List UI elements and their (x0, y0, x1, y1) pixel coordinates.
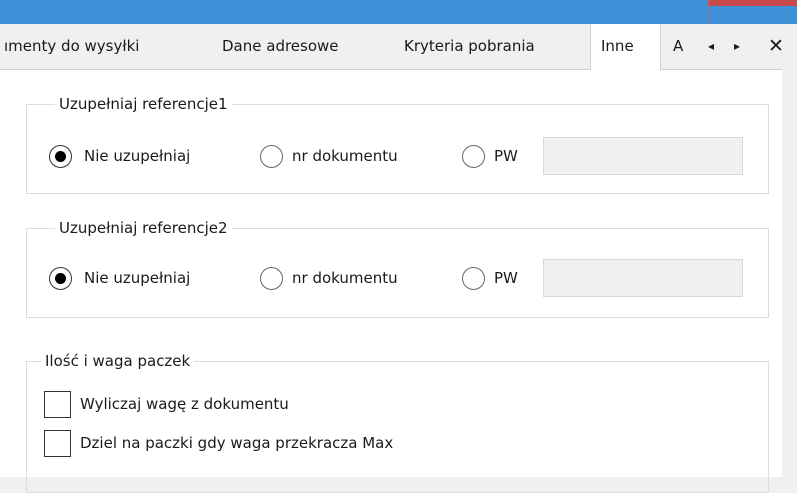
tab-clipped[interactable]: A (673, 24, 690, 69)
tab-dane-adresowe[interactable]: Dane adresowe (222, 24, 339, 69)
ref1-label-nie-uzupelniaj: Nie uzupełniaj (84, 147, 191, 165)
close-icon[interactable]: ✕ (764, 24, 788, 69)
chevron-right-icon[interactable]: ▸ (728, 24, 746, 69)
title-bar-divider (708, 0, 709, 24)
checkbox-dziel-na-paczki[interactable] (44, 430, 71, 457)
checkbox-wyliczaj-wage[interactable] (44, 391, 71, 418)
ref1-radio-nie-uzupelniaj[interactable] (49, 145, 72, 168)
tab-strip: ımenty do wysyłki Dane adresowe Kryteria… (0, 24, 797, 70)
ref2-pw-input[interactable] (543, 259, 743, 297)
ref2-radio-nr-dokumentu[interactable] (260, 267, 283, 290)
ref2-label-nie-uzupelniaj: Nie uzupełniaj (84, 269, 191, 287)
tab-kryteria-pobrania[interactable]: Kryteria pobrania (404, 24, 535, 69)
ref1-pw-input[interactable] (543, 137, 743, 175)
ref1-radio-nr-dokumentu[interactable] (260, 145, 283, 168)
packages-group: Ilość i waga paczek Wyliczaj wagę z doku… (26, 349, 769, 493)
ref2-label-nr-dokumentu: nr dokumentu (292, 269, 398, 287)
radio-selected-dot (55, 151, 66, 162)
tab-inne[interactable]: Inne (590, 24, 661, 70)
ref1-group: Uzupełniaj referencje1 Nie uzupełniaj nr… (26, 92, 769, 194)
ref1-radio-pw[interactable] (462, 145, 485, 168)
chevron-left-icon[interactable]: ◂ (702, 24, 720, 69)
checkbox-label-wyliczaj-wage: Wyliczaj wagę z dokumentu (80, 395, 289, 413)
ref2-radio-pw[interactable] (462, 267, 485, 290)
close-button-accent (708, 0, 797, 6)
ref2-group: Uzupełniaj referencje2 Nie uzupełniaj nr… (26, 216, 769, 318)
tab-panel-inne: Uzupełniaj referencje1 Nie uzupełniaj nr… (0, 69, 782, 493)
ref1-label-nr-dokumentu: nr dokumentu (292, 147, 398, 165)
checkbox-label-dziel-na-paczki: Dziel na paczki gdy waga przekracza Max (80, 434, 394, 452)
ref2-label-pw: PW (494, 269, 518, 287)
ref1-group-title: Uzupełniaj referencje1 (55, 92, 232, 116)
packages-group-title: Ilość i waga paczek (41, 349, 195, 373)
ref2-radio-nie-uzupelniaj[interactable] (49, 267, 72, 290)
ref2-group-title: Uzupełniaj referencje2 (55, 216, 232, 240)
window-title-bar (0, 0, 797, 24)
tab-dokumenty-do-wysylki[interactable]: ımenty do wysyłki (4, 24, 139, 69)
vertical-scrollbar[interactable] (782, 69, 797, 476)
radio-selected-dot (55, 273, 66, 284)
ref1-label-pw: PW (494, 147, 518, 165)
